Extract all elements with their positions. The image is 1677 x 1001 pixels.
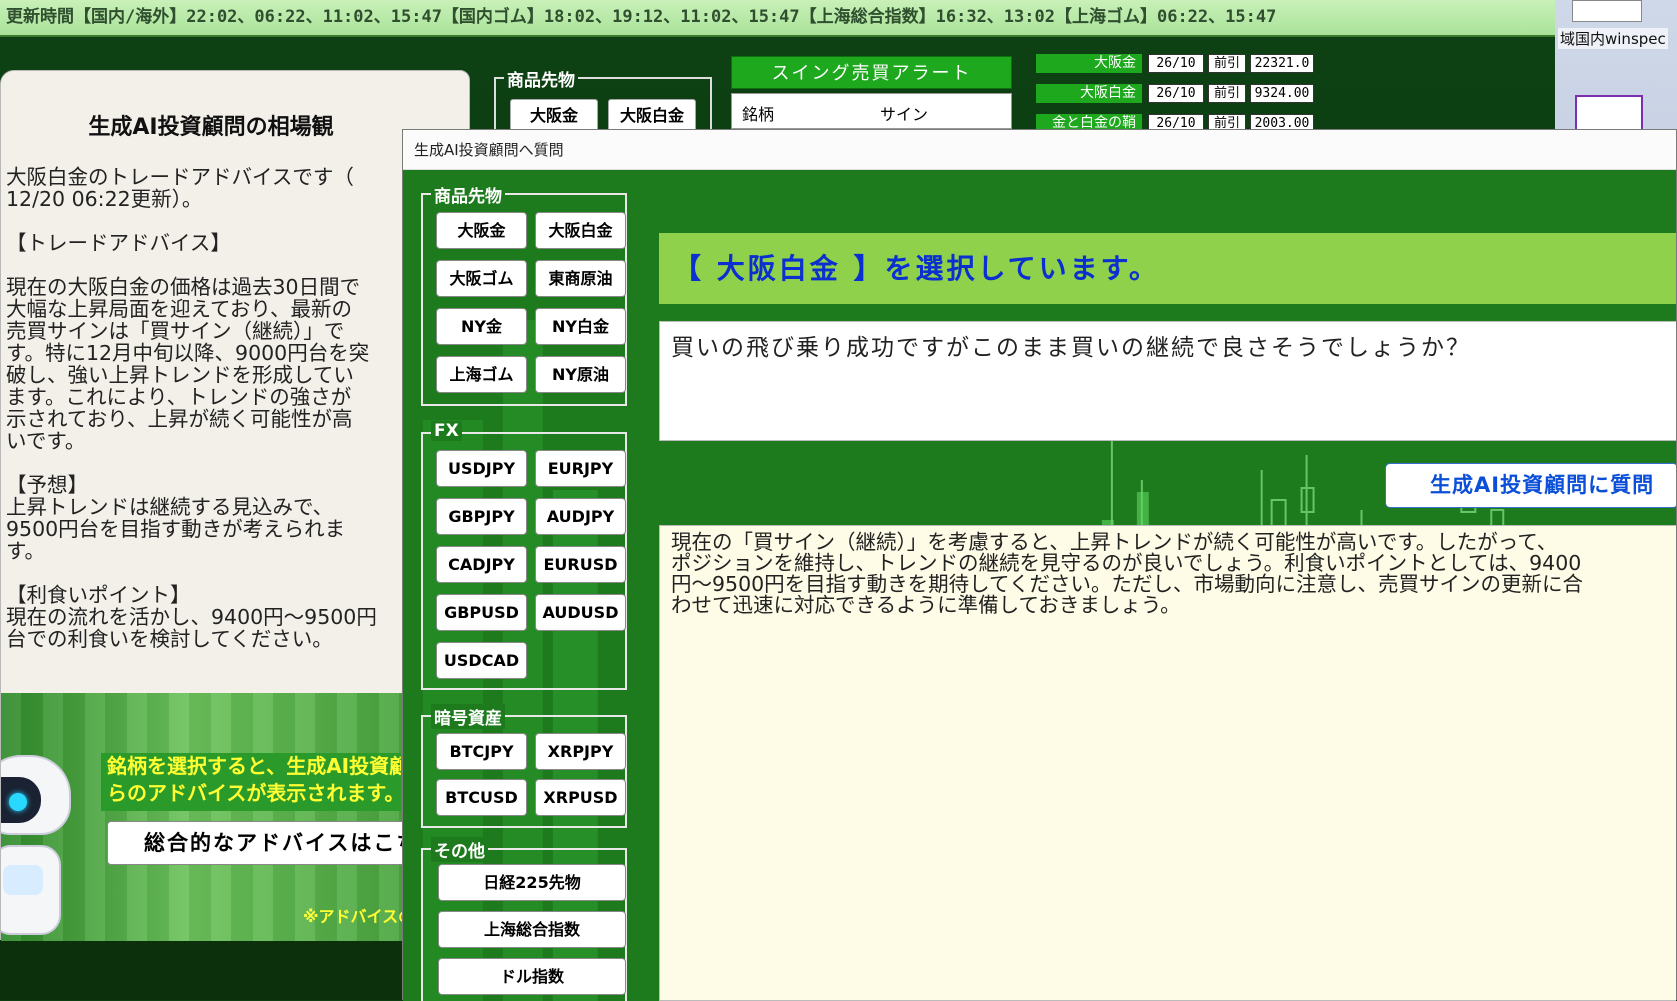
swing-alert-table: 銘柄 サイン xyxy=(731,93,1012,129)
button-nikkei225-futures[interactable]: 日経225先物 xyxy=(438,864,626,901)
banner-instruction-line2: らのアドバイスが表示されます。 xyxy=(107,781,401,805)
advice-note: ※アドバイスの xyxy=(303,907,415,926)
robot-mascot-icon xyxy=(1,755,91,941)
advice-banner: 銘柄を選択すると、生成AI投資顧問か らのアドバイスが表示されます。 総合的なア… xyxy=(1,693,471,941)
price-name: 大阪白金 xyxy=(1036,84,1142,103)
price-type: 前引 xyxy=(1208,54,1246,73)
price-month: 26/10 xyxy=(1148,54,1204,73)
commodity-group: 商品先物 大阪金 大阪白金 大阪ゴム 東商原油 NY金 NY白金 上海ゴム NY… xyxy=(421,182,627,406)
button-gbpjpy[interactable]: GBPJPY xyxy=(436,498,527,535)
desktop-shortcut-label[interactable]: 域国内winspec xyxy=(1558,28,1668,49)
advice-window-title: 生成AI投資顧問の相場観 xyxy=(88,115,334,140)
button-ny-crude[interactable]: NY原油 xyxy=(535,356,626,393)
button-eurjpy[interactable]: EURJPY xyxy=(535,450,626,487)
other-group-title: その他 xyxy=(431,837,488,862)
update-time-ticker: 更新時間【国内/海外】22:02、06:22、11:02、15:47【国内ゴム】… xyxy=(0,0,1555,37)
price-value: 22321.0 xyxy=(1250,54,1314,73)
button-usdjpy[interactable]: USDJPY xyxy=(436,450,527,487)
back-button-osaka-platinum[interactable]: 大阪白金 xyxy=(608,99,696,133)
button-cadjpy[interactable]: CADJPY xyxy=(436,546,527,583)
back-commodity-group-title: 商品先物 xyxy=(504,66,578,91)
button-tokyo-crude[interactable]: 東商原油 xyxy=(535,260,626,297)
banner-instruction-line1: 銘柄を選択すると、生成AI投資顧問か xyxy=(107,754,401,778)
commodity-group-title: 商品先物 xyxy=(431,182,505,207)
advice-text: 大阪白金のトレードアドバイスです（ 12/20 06:22更新）。 【トレードア… xyxy=(6,165,377,651)
overall-advice-button[interactable]: 総合的なアドバイスはこちら xyxy=(107,821,407,865)
price-name: 大阪金 xyxy=(1036,54,1142,73)
swing-header-sign: サイン xyxy=(880,105,929,124)
button-gbpusd[interactable]: GBPUSD xyxy=(436,594,527,631)
crypto-group-title: 暗号資産 xyxy=(431,704,505,729)
button-btcusd[interactable]: BTCUSD xyxy=(436,779,527,816)
swing-alert-title: スイング売買アラート xyxy=(731,56,1012,89)
price-type: 前引 xyxy=(1208,84,1246,103)
button-xrpusd[interactable]: XRPUSD xyxy=(535,779,626,816)
selected-symbol-header: 【 大阪白金 】を選択しています。 xyxy=(659,233,1676,304)
button-ny-gold[interactable]: NY金 xyxy=(436,308,527,345)
button-usdcad[interactable]: USDCAD xyxy=(436,642,527,679)
crypto-group: 暗号資産 BTCJPY XRPJPY BTCUSD XRPUSD xyxy=(421,704,627,828)
button-osaka-rubber[interactable]: 大阪ゴム xyxy=(436,260,527,297)
dialog-body: 商品先物 大阪金 大阪白金 大阪ゴム 東商原油 NY金 NY白金 上海ゴム NY… xyxy=(403,170,1676,1001)
desktop-shortcut-icon[interactable] xyxy=(1572,0,1642,22)
question-dialog: 生成AI投資顧問へ質問 商品先物 大阪金 大阪白金 大阪ゴム 東商原油 NY金 … xyxy=(402,129,1677,1001)
banner-instruction: 銘柄を選択すると、生成AI投資顧問か らのアドバイスが表示されます。 xyxy=(101,753,401,811)
fx-group-title: FX xyxy=(431,421,462,441)
button-eurusd[interactable]: EURUSD xyxy=(535,546,626,583)
button-shanghai-rubber[interactable]: 上海ゴム xyxy=(436,356,527,393)
other-group: その他 日経225先物 上海総合指数 ドル指数 xyxy=(421,837,627,1001)
price-month: 26/10 xyxy=(1148,84,1204,103)
back-commodity-group: 商品先物 大阪金 大阪白金 xyxy=(494,66,712,137)
button-audjpy[interactable]: AUDJPY xyxy=(535,498,626,535)
price-value: 9324.00 xyxy=(1250,84,1314,103)
button-ny-platinum[interactable]: NY白金 xyxy=(535,308,626,345)
button-osaka-gold[interactable]: 大阪金 xyxy=(436,212,527,249)
button-shanghai-composite[interactable]: 上海総合指数 xyxy=(438,911,626,948)
advice-window: 生成AI投資顧問の相場観 大阪白金のトレードアドバイスです（ 12/20 06:… xyxy=(0,70,471,941)
swing-header-symbol: 銘柄 xyxy=(742,105,775,124)
dialog-titlebar: 生成AI投資顧問へ質問 xyxy=(403,130,1676,170)
button-xrpjpy[interactable]: XRPJPY xyxy=(535,733,626,770)
answer-output: 現在の「買サイン（継続）」を考慮すると、上昇トレンドが続く可能性が高いです。した… xyxy=(659,525,1676,1001)
fx-group: FX USDJPY EURJPY GBPJPY AUDJPY CADJPY EU… xyxy=(421,421,627,690)
question-input[interactable]: 買いの飛び乗り成功ですがこのまま買いの継続で良さそうでしょうか？ xyxy=(659,321,1676,441)
button-audusd[interactable]: AUDUSD xyxy=(535,594,626,631)
back-button-osaka-gold[interactable]: 大阪金 xyxy=(510,99,598,133)
button-dollar-index[interactable]: ドル指数 xyxy=(438,958,626,995)
button-osaka-platinum[interactable]: 大阪白金 xyxy=(535,212,626,249)
ask-ai-advisor-button[interactable]: 生成AI投資顧問に質問 xyxy=(1385,463,1676,508)
button-btcjpy[interactable]: BTCJPY xyxy=(436,733,527,770)
